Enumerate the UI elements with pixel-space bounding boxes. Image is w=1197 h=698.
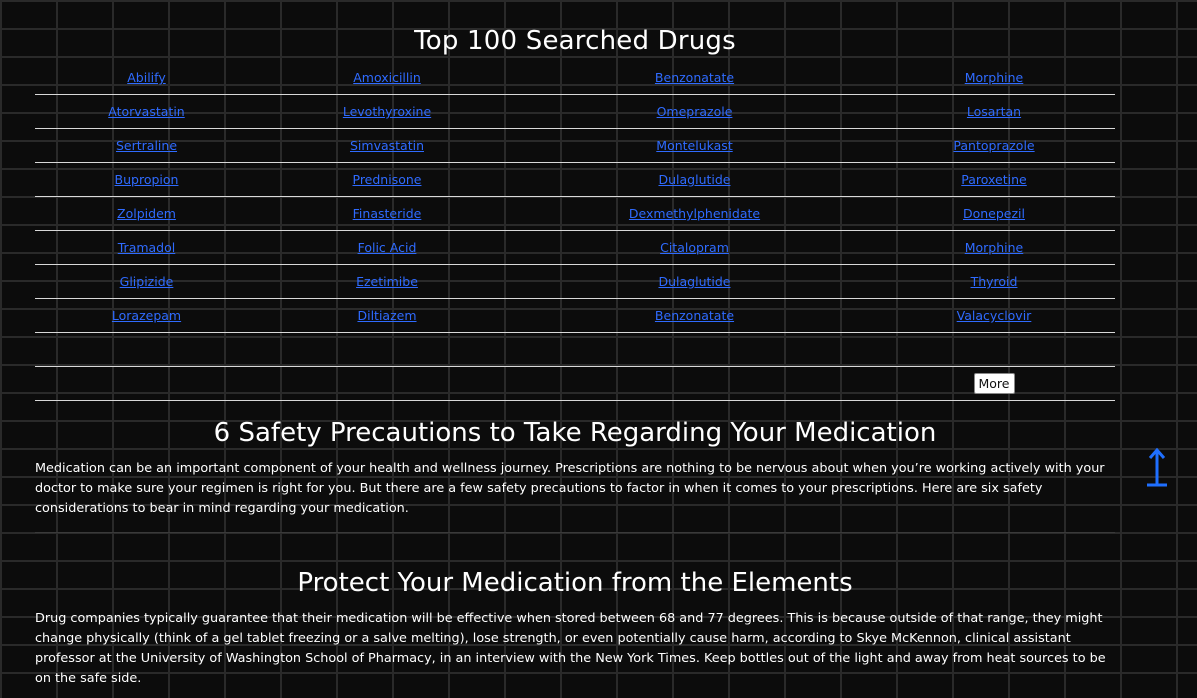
section-heading-elements: Protect Your Medication from the Element… <box>297 568 853 598</box>
section-body-elements: Drug companies typically guarantee that … <box>35 611 1106 686</box>
table-cell: Valacyclovir <box>873 298 1115 333</box>
section-heading-safety: 6 Safety Precautions to Take Regarding Y… <box>213 418 937 448</box>
drug-link[interactable]: Dulaglutide <box>658 172 730 187</box>
table-cell: Morphine <box>873 230 1115 265</box>
table-cell: Folic Acid <box>258 230 516 265</box>
drug-link[interactable]: Pantoprazole <box>953 138 1034 153</box>
top-drugs-table: Abilify Amoxicillin Benzonatate Morphine Ato… <box>35 61 1115 401</box>
drug-link[interactable]: Paroxetine <box>961 172 1026 187</box>
drug-link[interactable]: Simvastatin <box>350 138 424 153</box>
table-cell: Tramadol <box>35 230 258 265</box>
drug-link[interactable]: Thyroid <box>971 274 1018 289</box>
table-spacer-row <box>35 332 1115 367</box>
table-cell: Losartan <box>873 94 1115 129</box>
more-row: More <box>35 366 1115 401</box>
table-cell: Sertraline <box>35 128 258 163</box>
drug-link[interactable]: Omeprazole <box>657 104 733 119</box>
drug-link[interactable]: Abilify <box>127 70 165 85</box>
table-cell: Glipizide <box>35 264 258 299</box>
table-cell: Simvastatin <box>258 128 516 163</box>
table-cell: Dulaglutide <box>516 162 873 197</box>
table-cell: Diltiazem <box>258 298 516 333</box>
table-cell: Montelukast <box>516 128 873 163</box>
drug-link[interactable]: Losartan <box>967 104 1021 119</box>
drug-link[interactable]: Citalopram <box>660 240 729 255</box>
drug-link[interactable]: Montelukast <box>656 138 732 153</box>
table-cell: Ezetimibe <box>258 264 516 299</box>
drug-link[interactable]: Benzonatate <box>655 70 734 85</box>
main-content: Top 100 Searched Drugs Abilify Amoxicilli… <box>35 0 1115 698</box>
drug-link[interactable]: Levothyroxine <box>343 104 431 119</box>
table-row: Abilify Amoxicillin Benzonatate Morphine <box>35 61 1115 95</box>
table-cell: Dulaglutide <box>516 264 873 299</box>
table-row: Tramadol Folic Acid Citalopram Morphine <box>35 230 1115 265</box>
drug-link[interactable]: Zolpidem <box>117 206 176 221</box>
table-cell: Benzonatate <box>516 61 873 95</box>
drug-link[interactable]: Amoxicillin <box>353 70 421 85</box>
drug-link[interactable]: Sertraline <box>116 138 177 153</box>
drug-link[interactable]: Diltiazem <box>357 308 416 323</box>
table-cell: Bupropion <box>35 162 258 197</box>
drug-link[interactable]: Bupropion <box>115 172 179 187</box>
drug-link[interactable]: Glipizide <box>120 274 174 289</box>
divider <box>35 532 1115 533</box>
drug-link[interactable]: Valacyclovir <box>957 308 1032 323</box>
drug-link[interactable]: Lorazepam <box>112 308 181 323</box>
drug-link[interactable]: Folic Acid <box>358 240 417 255</box>
table-row: Atorvastatin Levothyroxine Omeprazole Losar… <box>35 94 1115 129</box>
table-row: Glipizide Ezetimibe Dulaglutide Thyroid <box>35 264 1115 299</box>
table-cell: Dexmethylphenidate <box>516 196 873 231</box>
table-cell: Abilify <box>35 61 258 95</box>
table-cell: Zolpidem <box>35 196 258 231</box>
table-row: Lorazepam Diltiazem Benzonatate Valacyclovi… <box>35 298 1115 333</box>
table-row: Sertraline Simvastatin Montelukast Pantopra… <box>35 128 1115 163</box>
drug-link[interactable]: Benzonatate <box>655 308 734 323</box>
scroll-to-top-button[interactable] <box>1143 447 1171 487</box>
table-cell: Citalopram <box>516 230 873 265</box>
table-cell: Levothyroxine <box>258 94 516 129</box>
drug-link[interactable]: Finasteride <box>353 206 422 221</box>
table-cell: Prednisone <box>258 162 516 197</box>
drug-link[interactable]: Prednisone <box>353 172 422 187</box>
table-cell: Donepezil <box>873 196 1115 231</box>
drug-link[interactable]: Dexmethylphenidate <box>629 206 760 221</box>
table-cell: Morphine <box>873 61 1115 95</box>
drug-link[interactable]: Donepezil <box>963 206 1025 221</box>
drug-link[interactable]: Atorvastatin <box>108 104 184 119</box>
table-cell: Atorvastatin <box>35 94 258 129</box>
table-cell: Pantoprazole <box>873 128 1115 163</box>
more-button[interactable]: More <box>973 373 1015 394</box>
table-row: Bupropion Prednisone Dulaglutide Paroxetine <box>35 162 1115 197</box>
table-cell: Lorazepam <box>35 298 258 333</box>
table-row: Zolpidem Finasteride Dexmethylphenidate Don… <box>35 196 1115 231</box>
table-cell: Amoxicillin <box>258 61 516 95</box>
drug-link[interactable]: Ezetimibe <box>356 274 418 289</box>
arrow-up-icon <box>1147 447 1167 487</box>
table-cell: Thyroid <box>873 264 1115 299</box>
table-cell: Benzonatate <box>516 298 873 333</box>
drug-link[interactable]: Morphine <box>965 70 1024 85</box>
drug-link[interactable]: Morphine <box>965 240 1024 255</box>
table-cell: Paroxetine <box>873 162 1115 197</box>
table-cell: Finasteride <box>258 196 516 231</box>
page-title: Top 100 Searched Drugs <box>414 26 736 56</box>
drug-link[interactable]: Tramadol <box>118 240 176 255</box>
section-body-safety: Medication can be an important component… <box>35 461 1105 516</box>
drug-link[interactable]: Dulaglutide <box>658 274 730 289</box>
table-cell: Omeprazole <box>516 94 873 129</box>
